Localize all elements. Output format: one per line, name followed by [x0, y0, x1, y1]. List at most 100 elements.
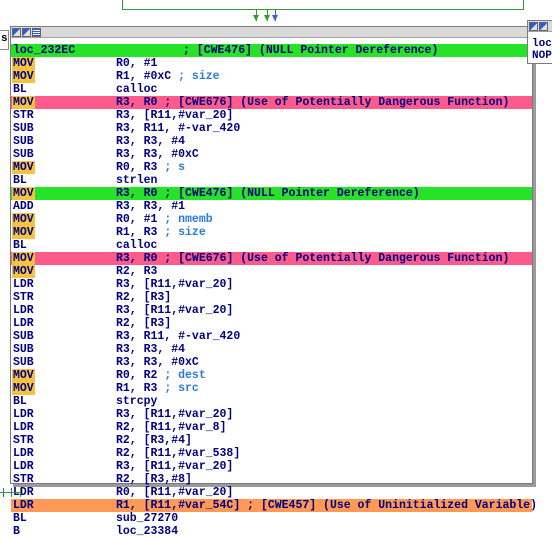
instruction-mnemonic[interactable]: BL [13, 174, 27, 187]
instruction-mnemonic[interactable]: SUB [13, 135, 34, 148]
instruction-line[interactable]: LDR R2, [R11,#var_8] [11, 421, 532, 434]
node-color-icon[interactable] [529, 22, 538, 31]
instruction-operands[interactable]: R1, [R11,#var_54C] ; [CWE457] (Use of Un… [116, 499, 537, 512]
instruction-operands[interactable]: R3, R3, #0xC [116, 356, 199, 369]
instruction-mnemonic[interactable]: MOV [12, 369, 35, 382]
instruction-line[interactable]: STR R2, [R3,#8] [11, 473, 532, 486]
instruction-line[interactable]: ADD R3, R3, #1 [11, 200, 532, 213]
instruction-line[interactable]: SUB R3, R3, #4 [11, 343, 532, 356]
instruction-mnemonic[interactable]: ADD [13, 200, 34, 213]
instruction-operands[interactable]: R0, R3 ; s [116, 161, 185, 174]
instruction-mnemonic[interactable]: MOV [12, 70, 35, 83]
instruction-line[interactable]: STR R3, [R11,#var_20] [11, 109, 532, 122]
instruction-line[interactable]: STR R2, [R3] [11, 291, 532, 304]
instruction-mnemonic[interactable]: MOV [12, 213, 35, 226]
instruction-operands[interactable]: R3, [R11,#var_20] [116, 109, 233, 122]
instruction-line[interactable]: SUB R3, R3, #4 [11, 135, 532, 148]
instruction-mnemonic[interactable]: MOV [12, 96, 35, 109]
node-color-icon[interactable] [12, 28, 21, 37]
instruction-operands[interactable]: R3, R11, #-var_420 [116, 122, 240, 135]
instruction-mnemonic[interactable]: STR [13, 291, 34, 304]
instruction-line[interactable]: SUB R3, R11, #-var_420 [11, 330, 532, 343]
instruction-operands[interactable]: R3, [R11,#var_20] [116, 460, 233, 473]
instruction-operands[interactable]: R2, [R3] [116, 291, 171, 304]
instruction-line[interactable]: LDR R3, [R11,#var_20] [11, 304, 532, 317]
instruction-line[interactable]: MOV R1, R3 ; src [11, 382, 532, 395]
instruction-mnemonic[interactable]: SUB [13, 343, 34, 356]
instruction-line[interactable]: MOV R2, R3 [11, 265, 532, 278]
instruction-line[interactable]: LDR R2, [R11,#var_538] [11, 447, 532, 460]
instruction-line[interactable]: LDR R3, [R11,#var_20] [11, 408, 532, 421]
instruction-mnemonic[interactable]: SUB [13, 148, 34, 161]
instruction-line[interactable]: LDR R3, [R11,#var_20] [11, 278, 532, 291]
instruction-line[interactable]: BL sub_27270 [11, 512, 532, 525]
instruction-operands[interactable]: R3, R0 ; [CWE476] (NULL Pointer Derefere… [116, 187, 420, 200]
instruction-operands[interactable]: R3, [R11,#var_20] [116, 408, 233, 421]
instruction-line[interactable]: BL strcpy [11, 395, 532, 408]
instruction-operands[interactable]: calloc [116, 239, 157, 252]
instruction-operands[interactable]: R2, [R3] [116, 317, 171, 330]
instruction-line[interactable]: BL calloc [11, 83, 532, 96]
instruction-mnemonic[interactable]: BL [13, 239, 27, 252]
instruction-mnemonic[interactable]: MOV [12, 265, 35, 278]
instruction-mnemonic[interactable]: LDR [13, 278, 34, 291]
instruction-operands[interactable]: R1, R3 ; size [116, 226, 206, 239]
instruction-operands[interactable]: R1, #0xC ; size [116, 70, 220, 83]
instruction-line[interactable]: MOV R3, R0 ; [CWE676] (Use of Potentially… [11, 96, 532, 109]
instruction-mnemonic[interactable]: LDR [13, 460, 34, 473]
instruction-operands[interactable]: R2, [R3,#8] [116, 473, 192, 486]
instruction-mnemonic[interactable]: SUB [13, 356, 34, 369]
instruction-line[interactable]: LDR R2, [R3] [11, 317, 532, 330]
instruction-operands[interactable]: R3, [R11,#var_20] [116, 304, 233, 317]
instruction-mnemonic[interactable]: LDR [13, 317, 34, 330]
instruction-operands[interactable]: R0, R2 ; dest [116, 369, 206, 382]
instruction-mnemonic[interactable]: MOV [12, 382, 35, 395]
instruction-operands[interactable]: calloc [116, 83, 157, 96]
instruction-mnemonic[interactable]: BL [13, 512, 27, 525]
instruction-line[interactable]: SUB R3, R3, #0xC [11, 356, 532, 369]
code-label-line[interactable]: loc_232EC ; [CWE476] (NULL Pointer Derefe… [11, 44, 532, 57]
instruction-operands[interactable]: R2, R3 [116, 265, 157, 278]
instruction-line[interactable]: BL strlen [11, 174, 532, 187]
instruction-line[interactable]: LDR R3, [R11,#var_20] [11, 460, 532, 473]
instruction-line[interactable]: STR R2, [R3,#4] [11, 434, 532, 447]
instruction-mnemonic[interactable]: SUB [13, 330, 34, 343]
instruction-mnemonic[interactable]: LDR [13, 447, 34, 460]
instruction-line[interactable]: MOV R0, #1 ; nmemb [11, 213, 532, 226]
instruction-operands[interactable]: ; [CWE476] (NULL Pointer Dereference) [183, 44, 438, 57]
instruction-mnemonic[interactable]: MOV [12, 187, 35, 200]
instruction-mnemonic[interactable]: MOV [12, 57, 35, 70]
instruction-operands[interactable]: R2, [R11,#var_8] [116, 421, 226, 434]
instruction-line[interactable]: BL calloc [11, 239, 532, 252]
instruction-line[interactable]: LDR R1, [R11,#var_54C] ; [CWE457] (Use of… [11, 499, 537, 512]
instruction-line[interactable]: SUB R3, R11, #-var_420 [11, 122, 532, 135]
right-graph-node[interactable]: loc_ NOP [527, 20, 552, 64]
instruction-operands[interactable]: R3, R0 ; [CWE676] (Use of Potentially Da… [116, 96, 509, 109]
left-graph-node[interactable]: s [0, 30, 9, 50]
instruction-mnemonic[interactable]: LDR [13, 304, 34, 317]
instruction-mnemonic[interactable]: MOV [12, 252, 35, 265]
node-list-icon[interactable] [32, 28, 41, 37]
instruction-line[interactable]: MOV R0, R2 ; dest [11, 369, 532, 382]
instruction-line[interactable]: MOV R3, R0 ; [CWE476] (NULL Pointer Deref… [11, 187, 532, 200]
instruction-mnemonic[interactable]: LDR [13, 499, 34, 512]
instruction-mnemonic[interactable]: STR [13, 473, 34, 486]
instruction-operands[interactable]: R0, #1 [116, 57, 157, 70]
instruction-mnemonic[interactable]: SUB [13, 122, 34, 135]
instruction-line[interactable]: SUB R3, R3, #0xC [11, 148, 532, 161]
instruction-mnemonic[interactable]: LDR [13, 408, 34, 421]
instruction-mnemonic[interactable]: MOV [12, 226, 35, 239]
instruction-mnemonic[interactable]: B [13, 525, 20, 538]
instruction-mnemonic[interactable]: STR [13, 109, 34, 122]
instruction-operands[interactable]: R3, [R11,#var_20] [116, 278, 233, 291]
instruction-line[interactable]: MOV R0, R3 ; s [11, 161, 532, 174]
instruction-operands[interactable]: sub_27270 [116, 512, 178, 525]
instruction-operands[interactable]: R3, R0 ; [CWE676] (Use of Potentially Da… [116, 252, 509, 265]
instruction-mnemonic[interactable]: BL [13, 83, 27, 96]
node-graph-icon[interactable] [22, 28, 31, 37]
instruction-operands[interactable]: strlen [116, 174, 157, 187]
instruction-operands[interactable]: R3, R3, #4 [116, 135, 185, 148]
instruction-line[interactable]: MOV R0, #1 [11, 57, 532, 70]
instruction-mnemonic[interactable]: LDR [13, 421, 34, 434]
instruction-operands[interactable]: strcpy [116, 395, 157, 408]
